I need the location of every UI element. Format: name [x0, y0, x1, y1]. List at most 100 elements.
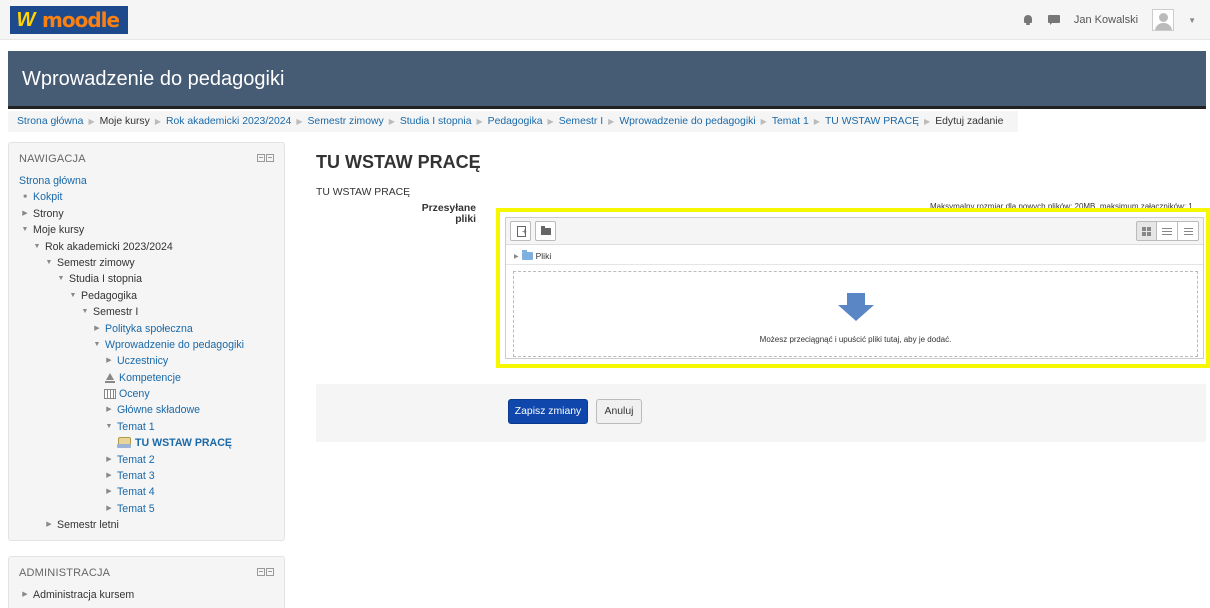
nav-item-academic-year[interactable]: ▼ Rok akademicki 2023/2024 — [19, 239, 244, 255]
folder-path[interactable]: ▶ Pliki — [514, 250, 552, 261]
collapse-arrow-icon[interactable]: ▼ — [55, 271, 67, 287]
expand-icon[interactable]: ▶ — [91, 321, 103, 337]
nav-item-label[interactable]: Temat 1 — [117, 419, 155, 435]
nav-item-label[interactable]: Kokpit — [33, 189, 62, 205]
create-folder-button[interactable] — [535, 221, 556, 241]
nav-item-label[interactable]: TU WSTAW PRACĘ — [135, 435, 232, 451]
dock-icon[interactable] — [266, 568, 274, 576]
expand-icon[interactable]: ▶ — [19, 587, 31, 603]
breadcrumb-item[interactable]: Semestr zimowy — [307, 116, 383, 127]
expand-icon[interactable]: ▶ — [103, 501, 115, 517]
nav-item-general[interactable]: ▶ Główne składowe — [19, 402, 244, 418]
breadcrumb-item[interactable]: Rok akademicki 2023/2024 — [166, 116, 291, 127]
list-view-button[interactable] — [1157, 221, 1178, 241]
breadcrumb-item[interactable]: Strona główna — [17, 116, 83, 127]
course-title: Wprowadzenie do pedagogiki — [22, 68, 285, 90]
collapse-arrow-icon[interactable]: ▼ — [67, 288, 79, 304]
nav-item-label[interactable]: Oceny — [119, 386, 150, 402]
expand-icon[interactable]: ▶ — [19, 206, 31, 222]
collapse-arrow-icon[interactable]: ▼ — [103, 419, 115, 435]
administration-block: ADMINISTRACJA ▶ Administracja kursem — [8, 556, 285, 608]
breadcrumb-item[interactable]: Semestr I — [559, 116, 603, 127]
breadcrumb-item[interactable]: Studia I stopnia — [400, 116, 472, 127]
chat-icon[interactable] — [1047, 14, 1060, 26]
nav-item-label[interactable]: Temat 4 — [117, 484, 155, 500]
nav-item-label[interactable]: Polityka społeczna — [105, 321, 193, 337]
caret-down-icon[interactable]: ▼ — [1188, 16, 1196, 25]
bell-icon[interactable] — [1022, 14, 1034, 26]
expand-icon[interactable]: ▶ — [43, 517, 55, 533]
collapse-arrow-icon[interactable]: ▼ — [79, 304, 91, 320]
expand-icon[interactable]: ▶ — [103, 484, 115, 500]
nav-item-participants[interactable]: ▶ Uczestnicy — [19, 353, 244, 369]
site-logo[interactable]: W moodle — [10, 6, 128, 34]
nav-item-competencies[interactable]: Kompetencje — [19, 370, 244, 386]
nav-item-label: Semestr I — [93, 306, 139, 319]
file-manager-toolbar — [506, 218, 1203, 245]
collapse-arrow-icon[interactable]: ▼ — [31, 239, 43, 255]
nav-item-winter-semester[interactable]: ▼ Semestr zimowy — [19, 255, 244, 271]
breadcrumb-current: Edytuj zadanie — [935, 116, 1004, 127]
divider — [506, 264, 1203, 265]
breadcrumb-item[interactable]: TU WSTAW PRACĘ — [825, 116, 919, 127]
form-actions: Zapisz zmiany Anuluj — [316, 384, 1206, 442]
nav-item-first-degree[interactable]: ▼ Studia I stopnia — [19, 271, 244, 287]
collapse-icon[interactable] — [257, 154, 265, 162]
nav-item-intro-pedagogy[interactable]: ▼ Wprowadzenie do pedagogiki — [19, 337, 244, 353]
nav-item-social-policy[interactable]: ▶ Polityka społeczna — [19, 321, 244, 337]
nav-item-label[interactable]: Główne składowe — [117, 402, 200, 418]
save-changes-button[interactable]: Zapisz zmiany — [508, 399, 588, 424]
breadcrumb-item: Moje kursy — [99, 116, 150, 127]
nav-item-pages[interactable]: ▶ Strony — [19, 206, 244, 222]
nav-item-topic-3[interactable]: ▶ Temat 3 — [19, 468, 244, 484]
nav-item-label: Rok akademicki 2023/2024 — [45, 240, 173, 253]
collapse-arrow-icon[interactable]: ▼ — [43, 255, 55, 271]
breadcrumb-item[interactable]: Wprowadzenie do pedagogiki — [619, 116, 755, 127]
add-file-button[interactable] — [510, 221, 531, 241]
navigation-tree: Strona główna ■ Kokpit ▶ Strony ▼ Moje kurs… — [19, 173, 244, 534]
nav-item-topic-2[interactable]: ▶ Temat 2 — [19, 452, 244, 468]
expand-icon[interactable]: ▶ — [103, 402, 115, 418]
nav-item-assignment[interactable]: TU WSTAW PRACĘ — [19, 435, 244, 451]
breadcrumb-separator-icon: ▶ — [88, 117, 95, 126]
avatar[interactable] — [1152, 9, 1175, 31]
breadcrumb-item[interactable]: Temat 1 — [772, 116, 809, 127]
nav-item-semester-1[interactable]: ▼ Semestr I — [19, 304, 244, 320]
tree-view-button[interactable] — [1178, 221, 1199, 241]
nav-item-label[interactable]: Temat 5 — [117, 501, 155, 517]
dock-icon[interactable] — [266, 154, 274, 162]
collapse-arrow-icon[interactable]: ▼ — [19, 222, 31, 238]
collapse-icon[interactable] — [257, 568, 265, 576]
block-controls — [257, 154, 274, 162]
nav-item-summer-semester[interactable]: ▶ Semestr letni — [19, 517, 244, 533]
admin-item-course-administration[interactable]: ▶ Administracja kursem — [19, 587, 134, 603]
icons-view-button[interactable] — [1136, 221, 1157, 241]
nav-item-my-courses[interactable]: ▼ Moje kursy — [19, 222, 244, 238]
nav-item-label[interactable]: Wprowadzenie do pedagogiki — [105, 337, 244, 353]
nav-item-label[interactable]: Temat 3 — [117, 468, 155, 484]
expand-icon[interactable]: ▶ — [103, 353, 115, 369]
nav-item-topic-5[interactable]: ▶ Temat 5 — [19, 501, 244, 517]
cancel-button[interactable]: Anuluj — [596, 399, 642, 424]
nav-item-dashboard[interactable]: ■ Kokpit — [19, 189, 244, 205]
nav-item-home[interactable]: Strona główna — [19, 173, 244, 189]
nav-item-grades[interactable]: Oceny — [19, 386, 244, 402]
folder-label[interactable]: Pliki — [536, 251, 552, 261]
user-name[interactable]: Jan Kowalski — [1074, 14, 1138, 26]
grades-icon — [104, 389, 116, 400]
expand-icon[interactable]: ▶ — [103, 468, 115, 484]
nav-item-topic-1[interactable]: ▼ Temat 1 — [19, 419, 244, 435]
nav-item-label[interactable]: Temat 2 — [117, 452, 155, 468]
block-controls — [257, 568, 274, 576]
collapse-arrow-icon[interactable]: ▼ — [91, 337, 103, 353]
nav-item-pedagogy[interactable]: ▼ Pedagogika — [19, 288, 244, 304]
nav-item-label[interactable]: Kompetencje — [119, 370, 181, 386]
expand-icon[interactable]: ▶ — [103, 452, 115, 468]
nav-item-label[interactable]: Uczestnicy — [117, 353, 168, 369]
file-drop-zone[interactable]: Możesz przeciągnąć i upuścić pliki tutaj… — [513, 271, 1198, 357]
nav-item-label[interactable]: Strona główna — [19, 173, 87, 189]
bullet-icon: ■ — [23, 194, 27, 201]
breadcrumb: Strona główna ▶ Moje kursy ▶ Rok akademi… — [8, 111, 1018, 132]
breadcrumb-item[interactable]: Pedagogika — [488, 116, 543, 127]
nav-item-topic-4[interactable]: ▶ Temat 4 — [19, 484, 244, 500]
